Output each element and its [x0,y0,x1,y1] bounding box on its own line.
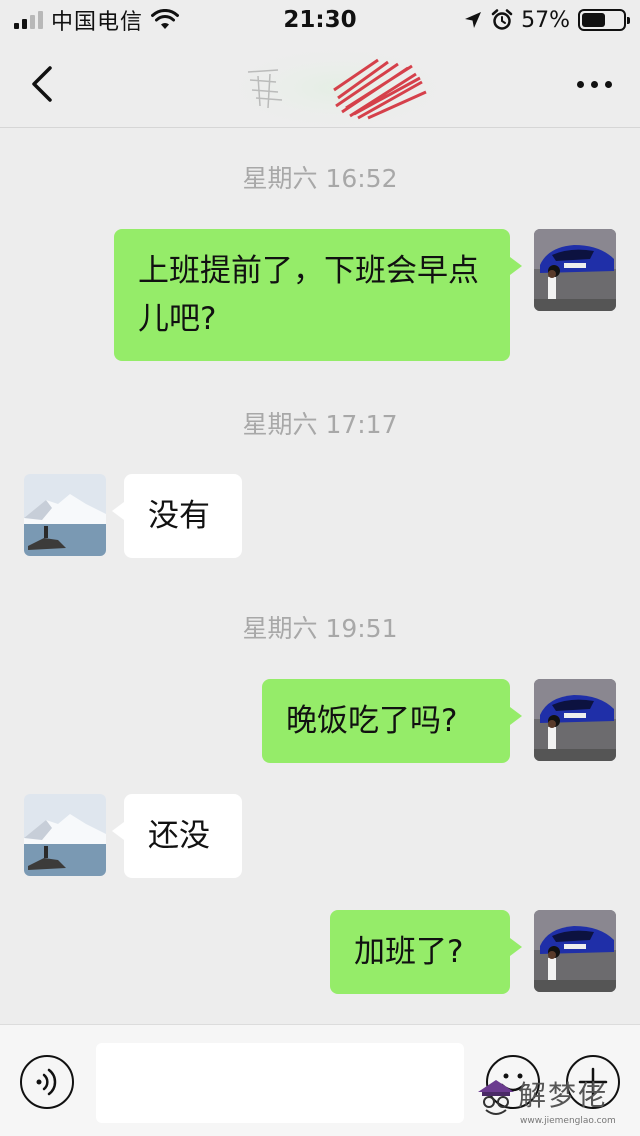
battery-icon [578,9,630,31]
redacted-contact-name [238,50,438,126]
more-button[interactable] [566,60,622,108]
avatar-mountain-image [24,474,106,556]
status-bar: 中国电信 21:30 57% [0,0,640,40]
avatar-self[interactable] [534,910,616,992]
back-button[interactable] [20,60,68,108]
message-bubble-sent[interactable]: 加班了? [330,910,522,994]
watermark: 解梦佬 www.jiemenglao.com [474,1074,640,1136]
avatar-contact[interactable] [24,474,106,556]
avatar-contact[interactable] [24,794,106,876]
watermark-text: 解梦佬 [518,1079,609,1112]
timestamp: 星期六 19:51 [242,614,398,643]
chat-area[interactable]: 星期六 16:52 上班提前了，下班会早点儿吧? 星期六 17:17 没有 星期… [0,129,640,1024]
battery-percent: 57% [521,7,570,33]
ellipsis-dot [604,80,612,88]
battery-fill [582,13,605,27]
voice-icon [36,1068,57,1096]
message-bubble-received[interactable]: 没有 [112,474,242,558]
voice-button[interactable] [20,1055,74,1109]
timestamp: 星期六 16:52 [242,164,398,193]
avatar-mountain-image [24,794,106,876]
alarm-icon [491,9,513,30]
ellipsis-icon [576,80,584,88]
avatar-self[interactable] [534,229,616,311]
timestamp: 星期六 17:17 [242,410,398,439]
message-bubble-received[interactable]: 还没 [112,794,242,878]
message-bubble-sent[interactable]: 晚饭吃了吗? [262,679,522,763]
avatar-car-image [534,679,616,761]
ellipsis-dot [590,80,598,88]
message-bubble-sent[interactable]: 上班提前了，下班会早点儿吧? [114,229,522,361]
watermark-logo-icon [478,1080,514,1115]
status-right: 57% [463,6,630,34]
location-arrow-icon [465,12,482,28]
avatar-self[interactable] [534,679,616,761]
avatar-car-image [534,229,616,311]
watermark-url: www.jiemenglao.com [520,1116,616,1126]
chevron-left-icon [32,66,52,102]
nav-bar [0,40,640,128]
avatar-car-image [534,910,616,992]
message-input[interactable] [96,1043,464,1123]
